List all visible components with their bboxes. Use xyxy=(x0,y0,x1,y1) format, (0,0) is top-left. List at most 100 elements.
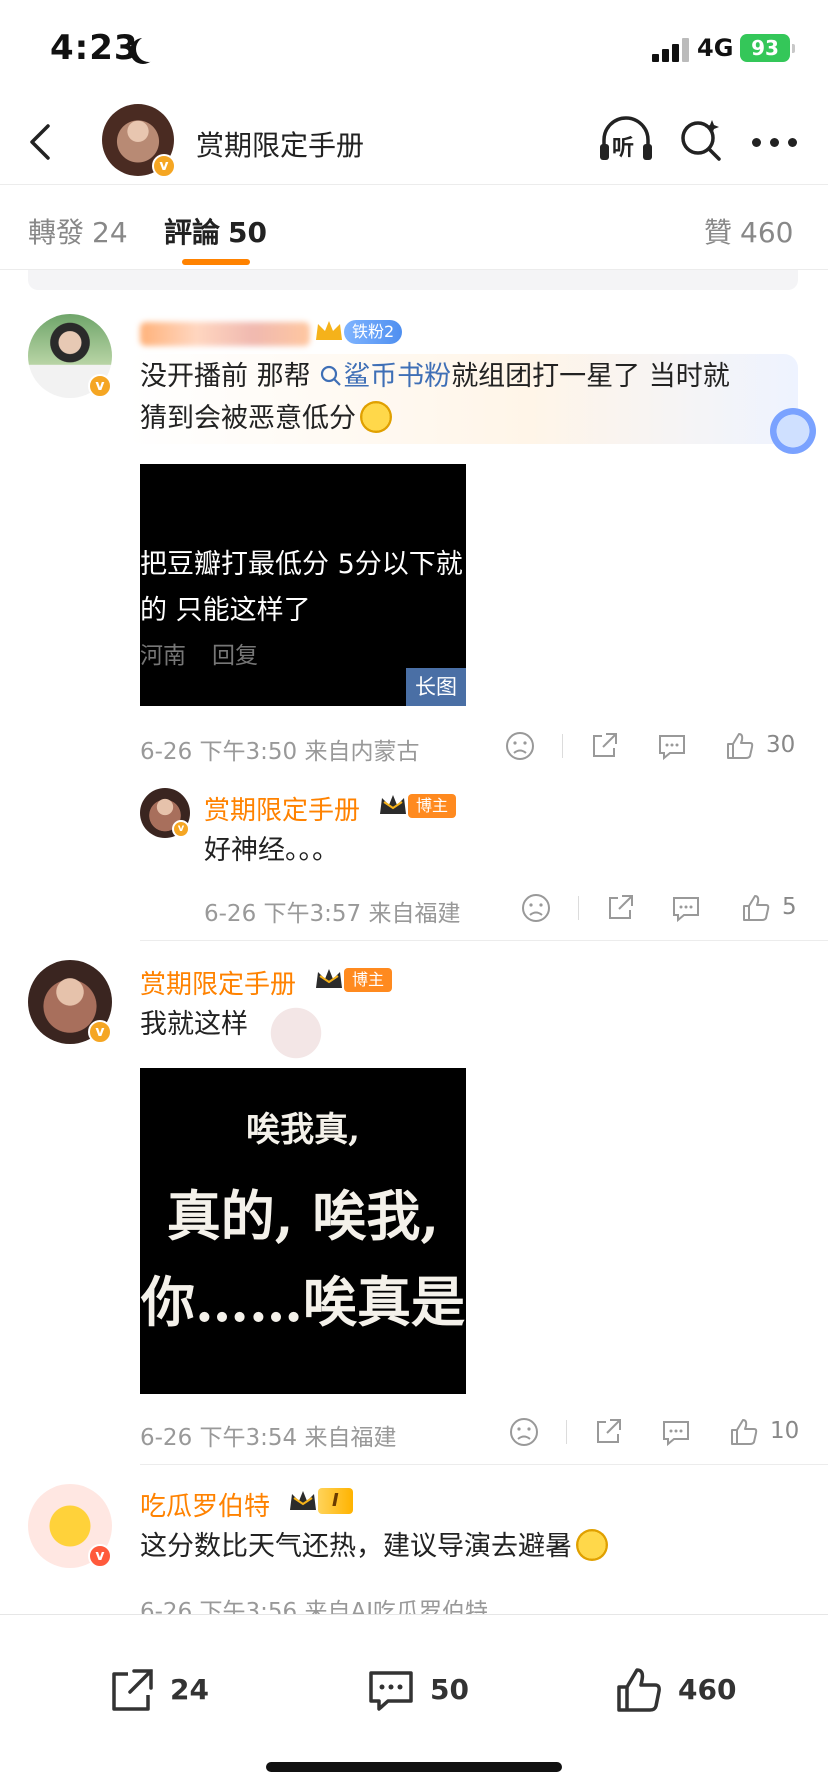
blogger-badge: 博主 xyxy=(344,968,393,992)
tab-repost[interactable]: 轉發 24 xyxy=(28,211,128,251)
listen-label: 听 xyxy=(612,136,635,161)
thinking-emoji-icon xyxy=(576,1529,608,1561)
long-image-tag: 长图 xyxy=(406,668,466,706)
reply-icon[interactable] xyxy=(660,1416,692,1448)
level-badge: I xyxy=(318,1488,353,1514)
comment-text-part: 就组团打一星了 当时就 xyxy=(451,361,730,392)
image-text-line: 你……唉真是 xyxy=(141,1270,465,1334)
crown-icon xyxy=(290,1491,316,1510)
comment-button[interactable]: 50 xyxy=(366,1665,486,1715)
verified-badge-icon: v xyxy=(88,1020,112,1044)
reply-text: 好神经。。。 xyxy=(204,835,339,866)
commenter-avatar[interactable]: v xyxy=(28,960,112,1044)
like-icon[interactable] xyxy=(728,1416,760,1448)
image-text-line: 唉我真, xyxy=(246,1110,360,1150)
image-text-line: 回复 xyxy=(212,643,258,669)
comment-text-part: 猜到会被恶意低分 xyxy=(140,403,356,434)
verified-badge-icon: v xyxy=(88,374,112,398)
moon-icon xyxy=(136,36,162,62)
nav-title[interactable]: 赏期限定手册 xyxy=(196,124,364,164)
comment-text: 没开播前 那帮 鲨币书粉就组团打一星了 当时就 猜到会被恶意低分 xyxy=(140,356,790,440)
tab-likes[interactable]: 贊 460 xyxy=(704,211,793,251)
crown-icon xyxy=(380,795,406,814)
comment-item: v 赏期限定手册 博主 我就这样 唉我真, 真的, 唉我, 你……唉真是 6-2… xyxy=(0,960,828,1465)
image-text-line: 河南 xyxy=(140,643,186,669)
action-divider xyxy=(578,896,579,920)
blogger-badge: 博主 xyxy=(408,794,457,818)
like-count: 5 xyxy=(782,894,797,920)
tab-label: 評論 xyxy=(164,216,221,249)
reply-icon[interactable] xyxy=(670,892,702,924)
action-divider xyxy=(562,734,563,758)
tab-label: 贊 xyxy=(704,216,733,249)
dislike-icon[interactable] xyxy=(520,892,552,924)
comment-text-part: 没开播前 那帮 xyxy=(140,361,311,392)
verified-badge-icon: v xyxy=(172,820,190,838)
active-tab-indicator xyxy=(182,259,250,265)
topic-label: 鲨币书粉 xyxy=(343,361,452,392)
commenter-avatar[interactable]: v xyxy=(28,314,112,398)
commenter-username[interactable]: 吃瓜罗伯特 xyxy=(140,1486,270,1523)
like-icon[interactable] xyxy=(724,730,756,762)
status-time: 4:23 xyxy=(50,28,139,68)
tab-comments[interactable]: 評論 50 xyxy=(164,211,267,251)
share-icon[interactable] xyxy=(588,730,620,762)
reply-username[interactable]: 赏期限定手册 xyxy=(204,790,360,827)
reply-meta: 6-26 下午3:57 来自福建 xyxy=(204,901,461,927)
search-icon xyxy=(321,365,341,386)
signal-icon xyxy=(652,38,692,62)
battery-icon: 93 xyxy=(740,34,795,62)
image-text-line: 真的, 唉我, xyxy=(166,1184,440,1248)
tab-count: 24 xyxy=(92,216,128,249)
share-icon[interactable] xyxy=(604,892,636,924)
search-icon[interactable] xyxy=(678,116,724,162)
share-icon[interactable] xyxy=(592,1416,624,1448)
tab-count: 460 xyxy=(740,216,794,249)
nav-avatar[interactable]: v xyxy=(102,104,176,178)
like-button[interactable]: 460 xyxy=(614,1665,754,1715)
comment-item: v 铁粉2 没开播前 那帮 鲨币书粉就组团打一星了 当时就 猜到会被恶意低分 把… xyxy=(0,312,828,941)
verified-badge-icon: v xyxy=(88,1544,112,1568)
crown-icon xyxy=(316,321,342,340)
dislike-icon[interactable] xyxy=(508,1416,540,1448)
repost-icon xyxy=(112,1669,153,1711)
comment-meta: 6-26 下午3:54 来自福建 xyxy=(140,1425,397,1451)
commenter-name-blurred[interactable] xyxy=(140,322,310,346)
like-count: 30 xyxy=(766,732,796,758)
more-icon[interactable] xyxy=(752,138,798,148)
reply-avatar[interactable]: v xyxy=(140,788,190,838)
tab-count: 50 xyxy=(228,216,267,249)
comment-icon xyxy=(369,1671,413,1711)
like-count: 460 xyxy=(678,1673,737,1706)
commenter-avatar[interactable]: v xyxy=(28,1484,112,1568)
comment-meta: 6-26 下午3:50 来自内蒙古 xyxy=(140,739,420,765)
nav-bar: v 赏期限定手册 听 xyxy=(0,100,828,184)
previous-comment-edge xyxy=(28,270,798,290)
sticker-decoration-icon xyxy=(268,1006,338,1060)
reply-icon[interactable] xyxy=(656,730,688,762)
verified-badge-icon: v xyxy=(152,154,176,178)
repost-button[interactable]: 24 xyxy=(106,1665,226,1715)
comment-text: 我就这样 xyxy=(140,1009,248,1040)
comment-text: 这分数比天气还热，建议导演去避暑 xyxy=(140,1526,608,1568)
action-divider xyxy=(566,1420,567,1444)
commenter-username[interactable]: 赏期限定手册 xyxy=(140,964,296,1001)
image-text-line: 把豆瓣打最低分 5分以下就 xyxy=(140,549,463,580)
tab-bar: 轉發 24 評論 50 贊 460 xyxy=(0,184,828,270)
back-icon[interactable] xyxy=(22,120,62,164)
image-text-line: 的 只能这样了 xyxy=(140,595,311,626)
status-bar: 4:23 4G 93 xyxy=(0,0,828,100)
comment-text-part: 这分数比天气还热，建议导演去避暑 xyxy=(140,1531,572,1562)
topic-link[interactable]: 鲨币书粉 xyxy=(319,361,451,392)
crown-icon xyxy=(316,969,342,988)
divider xyxy=(140,1464,828,1465)
repost-count: 24 xyxy=(170,1673,209,1706)
like-icon[interactable] xyxy=(740,892,772,924)
comment-meta: 6-26 下午3:56 来自AI吃瓜罗伯特 xyxy=(140,1599,488,1614)
dislike-icon[interactable] xyxy=(504,730,536,762)
comment-image[interactable]: 唉我真, 真的, 唉我, 你……唉真是 xyxy=(140,1068,466,1394)
comment-count: 50 xyxy=(430,1673,469,1706)
smile-emoji-icon xyxy=(360,401,392,433)
comment-image[interactable]: 把豆瓣打最低分 5分以下就 的 只能这样了 河南 回复 长图 xyxy=(140,464,466,706)
divider xyxy=(140,940,828,941)
